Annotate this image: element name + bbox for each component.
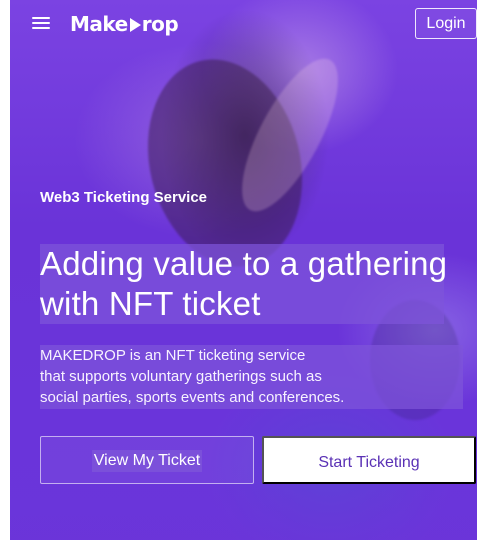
menu-line: [32, 27, 50, 29]
hero-actions: View My Ticket Start Ticketing: [40, 436, 476, 484]
view-my-ticket-label: View My Ticket: [91, 449, 203, 472]
app-page: Make rop Login Web3 Ticketing Service Ad…: [0, 0, 477, 540]
makedrop-logo[interactable]: Make rop: [70, 10, 179, 38]
start-ticketing-button[interactable]: Start Ticketing: [262, 436, 476, 484]
login-button[interactable]: Login: [415, 8, 477, 39]
view-my-ticket-button[interactable]: View My Ticket: [40, 436, 254, 484]
logo-text-right: rop: [141, 12, 179, 36]
hero-headline-line: Adding value to a gathering: [40, 244, 448, 285]
menu-line: [32, 17, 50, 19]
hero-headline: Adding value to a gathering with NFT tic…: [40, 244, 448, 325]
hero-description: MAKEDROP is an NFT ticketing service tha…: [40, 345, 463, 409]
logo-text-left: Make: [70, 12, 128, 36]
hero-section: Make rop Login Web3 Ticketing Service Ad…: [10, 0, 477, 540]
hero-eyebrow: Web3 Ticketing Service: [40, 189, 208, 206]
hero-description-line: that supports voluntary gatherings such …: [40, 366, 463, 387]
hero-headline-line: with NFT ticket: [40, 284, 444, 325]
menu-line: [32, 22, 50, 24]
hamburger-menu-icon[interactable]: [32, 16, 50, 30]
hero-description-line: social parties, sports events and confer…: [40, 387, 463, 409]
hero-description-line: MAKEDROP is an NFT ticketing service: [40, 345, 463, 366]
play-triangle-icon: [129, 18, 141, 32]
top-navigation: Make rop Login: [30, 6, 477, 42]
